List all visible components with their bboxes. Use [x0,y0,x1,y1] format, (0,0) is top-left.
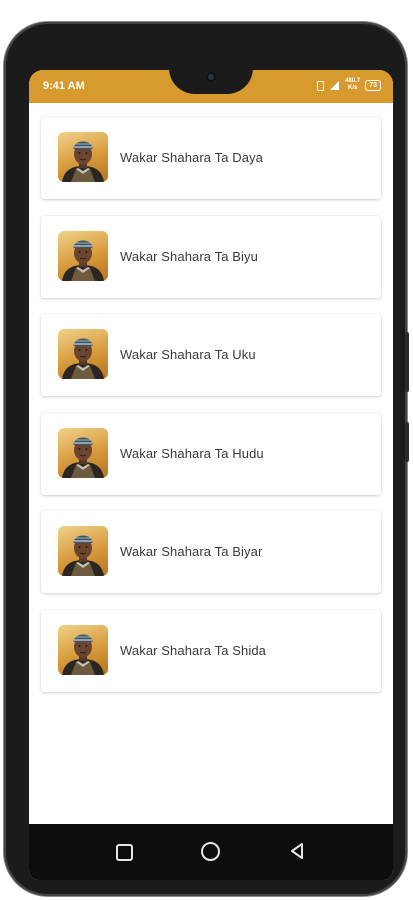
volume-button [405,332,409,392]
network-speed-unit: K/s [348,85,358,91]
artist-thumbnail [58,526,108,576]
song-list-item[interactable]: Wakar Shahara Ta Daya [41,117,381,199]
song-title: Wakar Shahara Ta Biyar [120,544,263,559]
phone-body: 9:41 AM 480.7 K/s 73 Wakar Shahara Ta Da… [4,22,409,896]
device-frame: 9:41 AM 480.7 K/s 73 Wakar Shahara Ta Da… [0,0,413,900]
artist-thumbnail [58,624,108,675]
song-title: Wakar Shahara Ta Hudu [120,445,264,461]
song-title: Wakar Shahara Ta Uku [120,347,256,362]
artist-thumbnail [58,132,108,182]
song-title: Wakar Shahara Ta Shida [120,642,267,658]
song-list-item[interactable]: Wakar Shahara Ta Hudu [41,412,381,495]
artist-thumbnail [58,329,108,379]
song-list-item[interactable]: Wakar Shahara Ta Biyu [41,215,381,298]
navigation-bar [29,824,393,880]
back-triangle-icon[interactable] [289,842,309,862]
battery-icon: 73 [365,79,381,91]
artist-thumbnail [58,427,108,478]
song-list-item[interactable]: Wakar Shahara Ta Shida [41,609,381,692]
status-time: 9:41 AM [43,80,85,92]
song-list: Wakar Shahara Ta Daya Wakar Shahara Ta B… [41,117,381,708]
song-list-item[interactable]: Wakar Shahara Ta Uku [41,314,381,396]
data-transfer-icon [315,80,325,91]
screen: 9:41 AM 480.7 K/s 73 Wakar Shahara Ta Da… [29,70,393,880]
song-list-item[interactable]: Wakar Shahara Ta Biyar [41,511,381,593]
song-title: Wakar Shahara Ta Biyu [120,248,258,264]
front-camera-icon [206,72,216,82]
network-speed-value: 480.7 [345,78,361,84]
network-speed: 480.7 K/s [345,78,360,92]
song-title: Wakar Shahara Ta Daya [120,150,264,165]
recents-square-icon[interactable] [114,842,134,862]
power-button [405,422,409,462]
battery-level: 73 [369,81,377,89]
cell-signal-icon [330,80,340,90]
artist-thumbnail [58,230,108,281]
home-circle-icon[interactable] [201,842,221,862]
status-icons: 480.7 K/s 73 [315,78,381,92]
